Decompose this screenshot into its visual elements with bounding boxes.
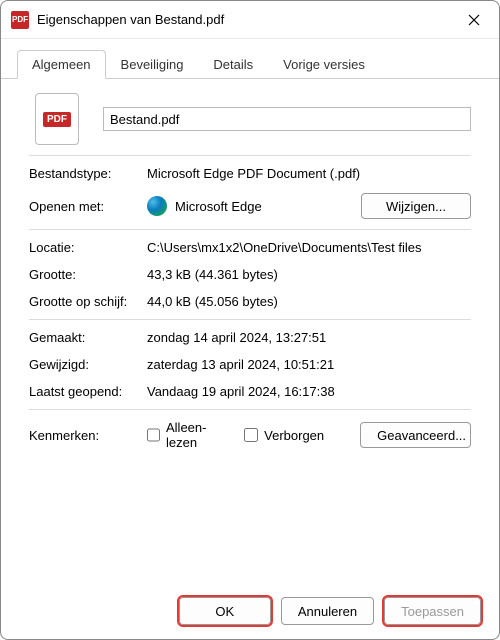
- hidden-checkbox-label[interactable]: Verborgen: [244, 428, 324, 443]
- label-location: Locatie:: [29, 240, 147, 255]
- tabs: Algemeen Beveiliging Details Vorige vers…: [1, 39, 499, 79]
- value-size: 43,3 kB (44.361 bytes): [147, 267, 471, 282]
- divider: [29, 409, 471, 410]
- change-button[interactable]: Wijzigen...: [361, 193, 471, 219]
- pdf-app-icon: PDF: [11, 11, 29, 29]
- label-created: Gemaakt:: [29, 330, 147, 345]
- dates-grid: Gemaakt: zondag 14 april 2024, 13:27:51 …: [29, 330, 471, 399]
- tab-security[interactable]: Beveiliging: [106, 50, 199, 79]
- filename-input[interactable]: [103, 107, 471, 131]
- size-grid: Locatie: C:\Users\mx1x2\OneDrive\Documen…: [29, 240, 471, 309]
- value-openwith: Microsoft Edge: [175, 199, 353, 214]
- label-size: Grootte:: [29, 267, 147, 282]
- readonly-checkbox-label[interactable]: Alleen-lezen: [147, 420, 226, 450]
- edge-icon: [147, 196, 167, 216]
- divider: [29, 155, 471, 156]
- label-filetype: Bestandstype:: [29, 166, 147, 181]
- attrs-grid: Kenmerken: Alleen-lezen Verborgen Geavan…: [29, 420, 471, 450]
- value-filetype: Microsoft Edge PDF Document (.pdf): [147, 166, 471, 181]
- divider: [29, 229, 471, 230]
- content: PDF Bestandstype: Microsoft Edge PDF Doc…: [1, 79, 499, 585]
- label-modified: Gewijzigd:: [29, 357, 147, 372]
- readonly-checkbox[interactable]: [147, 428, 160, 442]
- label-openwith: Openen met:: [29, 199, 147, 214]
- cancel-button[interactable]: Annuleren: [281, 597, 374, 625]
- value-created: zondag 14 april 2024, 13:27:51: [147, 330, 471, 345]
- ok-button[interactable]: OK: [179, 597, 271, 625]
- titlebar: PDF Eigenschappen van Bestand.pdf: [1, 1, 499, 39]
- pdf-file-icon-label: PDF: [43, 112, 71, 127]
- attributes-row: Alleen-lezen Verborgen Geavanceerd...: [147, 420, 471, 450]
- close-icon[interactable]: [455, 5, 493, 35]
- label-accessed: Laatst geopend:: [29, 384, 147, 399]
- file-header-row: PDF: [29, 93, 471, 145]
- openwith-row: Microsoft Edge Wijzigen...: [147, 193, 471, 219]
- label-attributes: Kenmerken:: [29, 428, 147, 443]
- window-title: Eigenschappen van Bestand.pdf: [37, 12, 455, 27]
- properties-window: PDF Eigenschappen van Bestand.pdf Algeme…: [0, 0, 500, 640]
- value-size-on-disk: 44,0 kB (45.056 bytes): [147, 294, 471, 309]
- pdf-file-icon: PDF: [35, 93, 79, 145]
- tab-details[interactable]: Details: [198, 50, 268, 79]
- value-accessed: Vandaag 19 april 2024, 16:17:38: [147, 384, 471, 399]
- tab-previous-versions[interactable]: Vorige versies: [268, 50, 380, 79]
- value-modified: zaterdag 13 april 2024, 10:51:21: [147, 357, 471, 372]
- type-grid: Bestandstype: Microsoft Edge PDF Documen…: [29, 166, 471, 219]
- divider: [29, 319, 471, 320]
- value-location: C:\Users\mx1x2\OneDrive\Documents\Test f…: [147, 240, 471, 255]
- tab-general[interactable]: Algemeen: [17, 50, 106, 79]
- apply-button[interactable]: Toepassen: [384, 597, 481, 625]
- advanced-button[interactable]: Geavanceerd...: [360, 422, 471, 448]
- hidden-text: Verborgen: [264, 428, 324, 443]
- readonly-text: Alleen-lezen: [166, 420, 226, 450]
- hidden-checkbox[interactable]: [244, 428, 258, 442]
- label-size-on-disk: Grootte op schijf:: [29, 294, 147, 309]
- footer: OK Annuleren Toepassen: [1, 585, 499, 639]
